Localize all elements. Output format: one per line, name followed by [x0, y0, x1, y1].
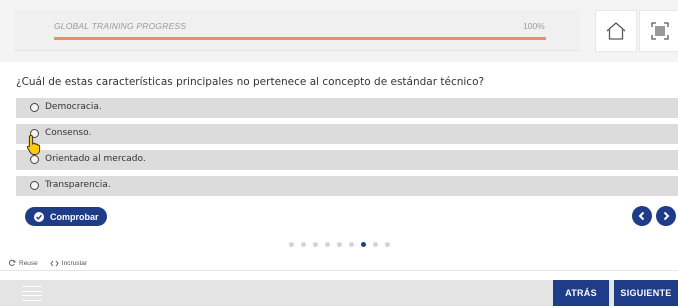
- menu-icon: [22, 286, 42, 287]
- pager-dot[interactable]: [325, 242, 330, 247]
- next-button[interactable]: SIGUIENTE: [614, 280, 678, 306]
- top-bar: GLOBAL TRAINING PROGRESS 100%: [0, 0, 678, 62]
- answer-option-label: Transparencia.: [45, 180, 111, 190]
- footer-links: Reuse Incrustar: [8, 259, 87, 267]
- home-button[interactable]: [595, 10, 637, 52]
- answer-option-label: Consenso.: [45, 128, 92, 138]
- pager-dot[interactable]: [373, 242, 378, 247]
- reuse-label: Reuse: [19, 259, 38, 267]
- answer-option-3[interactable]: Orientado al mercado.: [16, 150, 678, 170]
- code-icon: [50, 260, 59, 266]
- hand-pointer-cursor-icon: [26, 134, 41, 155]
- slide-pager: [289, 242, 390, 247]
- chevron-left-icon: [638, 211, 645, 221]
- answer-option-2[interactable]: Consenso.: [16, 124, 678, 144]
- pager-dot[interactable]: [301, 242, 306, 247]
- answer-option-label: Orientado al mercado.: [45, 154, 146, 164]
- pager-dot[interactable]: [289, 242, 294, 247]
- progress-label: GLOBAL TRAINING PROGRESS: [54, 21, 187, 31]
- pager-dot[interactable]: [349, 242, 354, 247]
- menu-icon: [22, 299, 42, 301]
- radio-button[interactable]: [30, 155, 39, 164]
- progress-bar: [54, 37, 546, 40]
- check-button[interactable]: Comprobar: [25, 207, 107, 226]
- answer-option-label: Democracia.: [45, 102, 102, 112]
- menu-button[interactable]: [22, 286, 42, 301]
- answer-option-4[interactable]: Transparencia.: [16, 176, 678, 196]
- progress-bar-fill: [54, 37, 546, 40]
- chevron-right-icon: [663, 211, 670, 221]
- pager-dot[interactable]: [313, 242, 318, 247]
- fullscreen-icon: [651, 22, 669, 40]
- reuse-icon: [9, 259, 16, 266]
- question-text: ¿Cuál de estas características principal…: [16, 76, 485, 88]
- check-button-label: Comprobar: [50, 211, 99, 222]
- radio-button[interactable]: [30, 181, 39, 190]
- divider: [0, 270, 678, 271]
- pager-dot[interactable]: [385, 242, 390, 247]
- menu-icon: [22, 295, 42, 297]
- embed-label: Incrustar: [61, 259, 88, 267]
- home-icon: [606, 22, 626, 40]
- menu-icon: [22, 290, 42, 292]
- reuse-link[interactable]: Reuse: [8, 259, 38, 267]
- next-slide-button[interactable]: [656, 206, 676, 226]
- previous-slide-button[interactable]: [632, 206, 652, 226]
- pager-dot[interactable]: [337, 242, 342, 247]
- check-circle-icon: [34, 211, 44, 222]
- pager-dot-active[interactable]: [361, 242, 366, 247]
- embed-link[interactable]: Incrustar: [50, 259, 87, 267]
- bottom-nav-bar: ATRÁS SIGUIENTE: [0, 280, 678, 306]
- fullscreen-button[interactable]: [639, 10, 678, 52]
- radio-button[interactable]: [30, 103, 39, 112]
- progress-panel: GLOBAL TRAINING PROGRESS 100%: [14, 10, 580, 51]
- answer-option-1[interactable]: Democracia.: [16, 98, 678, 118]
- back-button[interactable]: ATRÁS: [553, 280, 609, 306]
- progress-percent: 100%: [523, 21, 545, 31]
